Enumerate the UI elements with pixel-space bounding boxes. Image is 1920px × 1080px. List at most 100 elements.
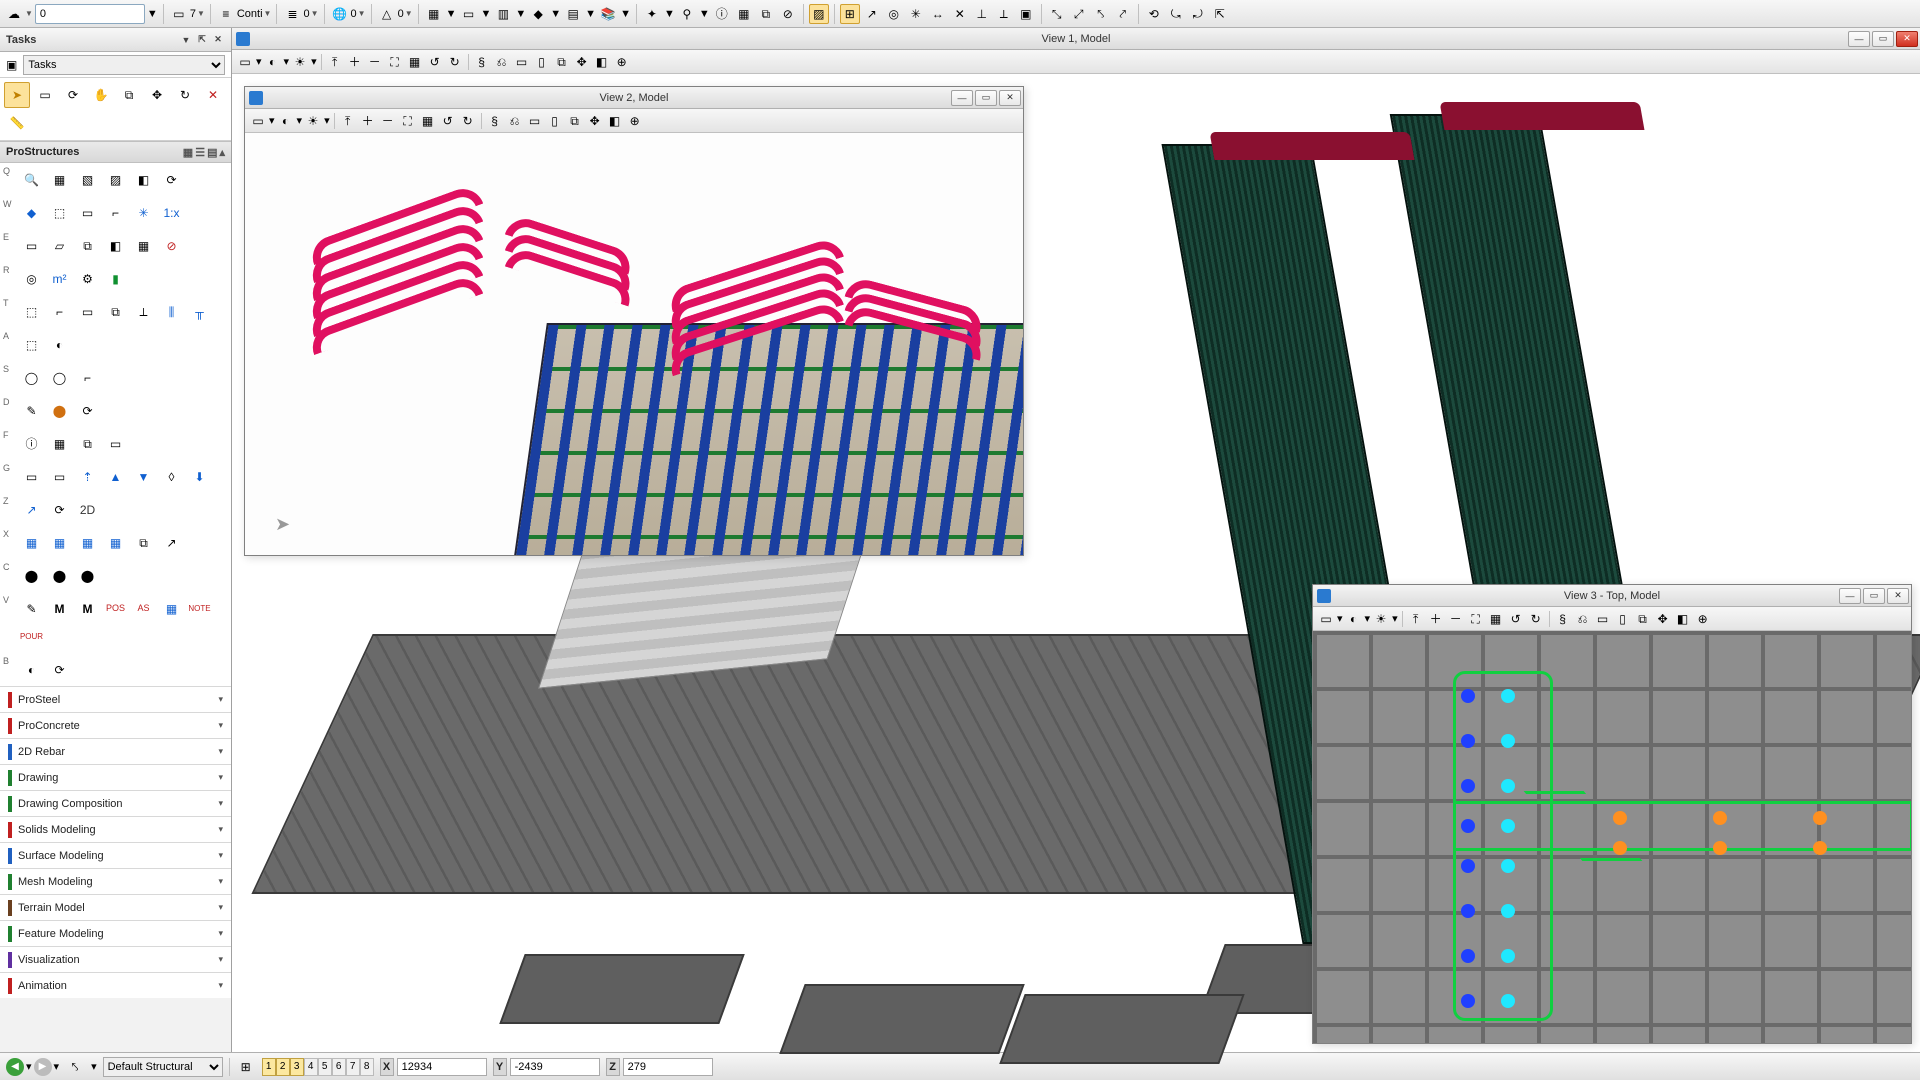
category-mesh-modeling[interactable]: Mesh Modeling▾ bbox=[0, 868, 231, 894]
view3-window[interactable]: View 3 - Top, Model — ▭ ✕ ▭▾ ◐▾ ☀▾ ⤒ ＋ －… bbox=[1312, 584, 1912, 1044]
snap-mode-button[interactable]: ⤣ bbox=[65, 1057, 85, 1077]
tool-x2[interactable]: ▦ bbox=[46, 529, 73, 556]
tool-c1[interactable]: ⬤ bbox=[18, 562, 45, 589]
v1-zoom-in[interactable]: ＋ bbox=[346, 53, 364, 71]
tasks-close-icon[interactable]: ✕ bbox=[211, 33, 225, 47]
center-snap-button[interactable]: ✳ bbox=[906, 4, 926, 24]
tool-g6[interactable]: ◊ bbox=[158, 463, 185, 490]
element-select-button[interactable]: ➤ bbox=[4, 82, 30, 108]
tool-s3[interactable]: ⌐ bbox=[74, 364, 101, 391]
tool-v3[interactable]: M bbox=[74, 595, 101, 622]
v3-view-attr[interactable]: ▭ bbox=[1317, 610, 1335, 628]
category-terrain-model[interactable]: Terrain Model▾ bbox=[0, 894, 231, 920]
move-button[interactable]: ✥ bbox=[144, 82, 170, 108]
tool-z3[interactable]: 2D bbox=[74, 496, 101, 523]
nav-back-button[interactable]: ◀ bbox=[6, 1058, 24, 1076]
category-2d-rebar[interactable]: 2D Rebar▾ bbox=[0, 738, 231, 764]
tool-g7[interactable]: ⬇ bbox=[186, 463, 213, 490]
view1-min-button[interactable]: — bbox=[1848, 31, 1870, 47]
view2-canvas[interactable]: ➤ bbox=[245, 133, 1023, 555]
tool-x6[interactable]: ↗ bbox=[158, 529, 185, 556]
v3-walk[interactable]: § bbox=[1554, 610, 1572, 628]
tool-w4[interactable]: ⌐ bbox=[102, 199, 129, 226]
delete-button[interactable]: ✕ bbox=[200, 82, 226, 108]
library-button[interactable]: 📚 bbox=[598, 4, 618, 24]
category-feature-modeling[interactable]: Feature Modeling▾ bbox=[0, 920, 231, 946]
view-rotate-button[interactable]: ⟳ bbox=[60, 82, 86, 108]
views-dropdown[interactable]: ▭7▼ bbox=[169, 4, 205, 24]
v3-copy[interactable]: ▯ bbox=[1614, 610, 1632, 628]
v3-clip-mask[interactable]: ✥ bbox=[1654, 610, 1672, 628]
v3-rotate[interactable]: ↺ bbox=[1507, 610, 1525, 628]
tool-e3[interactable]: ⧉ bbox=[74, 232, 101, 259]
tool-x1[interactable]: ▦ bbox=[18, 529, 45, 556]
copy-button[interactable]: ⧉ bbox=[116, 82, 142, 108]
tool-q6[interactable]: ⟳ bbox=[158, 166, 185, 193]
v2-adjust[interactable]: ⤒ bbox=[339, 112, 357, 130]
pointcloud-button[interactable]: ◆ bbox=[528, 4, 548, 24]
tool-g2[interactable]: ▭ bbox=[46, 463, 73, 490]
v1-display-style[interactable]: ◐ bbox=[264, 53, 282, 71]
fit-view-button[interactable]: ⇱ bbox=[1210, 4, 1230, 24]
tool-r1[interactable]: ◎ bbox=[18, 265, 45, 292]
snap-star-button[interactable]: ✦ bbox=[642, 4, 662, 24]
view-pan-button[interactable]: ✋ bbox=[88, 82, 114, 108]
tool-v6[interactable]: ▦ bbox=[158, 595, 185, 622]
v1-zoom-out[interactable]: － bbox=[366, 53, 384, 71]
tool-a1[interactable]: ⬚ bbox=[18, 331, 45, 358]
prev-view-button[interactable]: ⤿ bbox=[1166, 4, 1186, 24]
tool-e4[interactable]: ◧ bbox=[102, 232, 129, 259]
view3-close-button[interactable]: ✕ bbox=[1887, 588, 1909, 604]
tool-f2[interactable]: ▦ bbox=[46, 430, 73, 457]
v2-prev[interactable]: ⎌ bbox=[506, 112, 524, 130]
v3-zoom-in[interactable]: ＋ bbox=[1427, 610, 1445, 628]
accudraw-button[interactable]: ▨ bbox=[809, 4, 829, 24]
v1-lighting[interactable]: ☀ bbox=[291, 53, 309, 71]
tool-b2[interactable]: ⟳ bbox=[46, 656, 73, 683]
v2-zoom-out[interactable]: － bbox=[379, 112, 397, 130]
prostructures-section-header[interactable]: ProStructures ▦ ☰ ▤ ▴ bbox=[0, 141, 231, 163]
v3-prev[interactable]: ⎌ bbox=[1574, 610, 1592, 628]
view3-min-button[interactable]: — bbox=[1839, 588, 1861, 604]
raster-button[interactable]: ▥ bbox=[493, 4, 513, 24]
v1-prev[interactable]: ⎌ bbox=[493, 53, 511, 71]
v1-copy[interactable]: ▯ bbox=[533, 53, 551, 71]
category-animation[interactable]: Animation▾ bbox=[0, 972, 231, 998]
keyin-button[interactable]: ▦ bbox=[734, 4, 754, 24]
tool-e2[interactable]: ▱ bbox=[46, 232, 73, 259]
tool-c3[interactable]: ⬤ bbox=[74, 562, 101, 589]
tool-v5[interactable]: AS bbox=[130, 595, 157, 622]
view2-restore-button[interactable]: ▭ bbox=[975, 90, 997, 106]
tool-q2[interactable]: ▦ bbox=[46, 166, 73, 193]
view-toggle-8[interactable]: 8 bbox=[360, 1058, 374, 1076]
v3-fit[interactable]: ⛶ bbox=[1467, 610, 1485, 628]
tool-s1[interactable]: ◯ bbox=[18, 364, 45, 391]
grid-toggle-button[interactable]: ⊞ bbox=[840, 4, 860, 24]
next-view-button[interactable]: ⤾ bbox=[1188, 4, 1208, 24]
v1-rotate[interactable]: ↺ bbox=[426, 53, 444, 71]
view2-window[interactable]: View 2, Model — ▭ ✕ ▭▾ ◐▾ ☀▾ ⤒ ＋ － ⛶ ▦ ↺… bbox=[244, 86, 1024, 556]
view-toggle-3[interactable]: 3 bbox=[290, 1058, 304, 1076]
tool-v7[interactable]: NOTE bbox=[186, 595, 213, 622]
v3-pan[interactable]: ↻ bbox=[1527, 610, 1545, 628]
rotate-view-4-button[interactable]: ⤤ bbox=[1113, 4, 1133, 24]
tool-z2[interactable]: ⟳ bbox=[46, 496, 73, 523]
tool-g4[interactable]: ▲ bbox=[102, 463, 129, 490]
tool-w1[interactable]: ◆ bbox=[18, 199, 45, 226]
v2-copy[interactable]: ▯ bbox=[546, 112, 564, 130]
running-coords-button[interactable]: ⊞ bbox=[236, 1057, 256, 1077]
tool-w5[interactable]: ✳ bbox=[130, 199, 157, 226]
view2-min-button[interactable]: — bbox=[951, 90, 973, 106]
undo-view-button[interactable]: ⟲ bbox=[1144, 4, 1164, 24]
v2-extra[interactable]: ⊕ bbox=[626, 112, 644, 130]
tool-f4[interactable]: ▭ bbox=[102, 430, 129, 457]
v3-display-style[interactable]: ◐ bbox=[1345, 610, 1363, 628]
circle-snap-button[interactable]: ◎ bbox=[884, 4, 904, 24]
tool-g1[interactable]: ▭ bbox=[18, 463, 45, 490]
measure-button[interactable]: 📏 bbox=[4, 110, 30, 136]
tool-r2[interactable]: m² bbox=[46, 265, 73, 292]
view-toggle-2[interactable]: 2 bbox=[276, 1058, 290, 1076]
intersect-snap-button[interactable]: ✕ bbox=[950, 4, 970, 24]
view-toggle-1[interactable]: 1 bbox=[262, 1058, 276, 1076]
view-toggle-4[interactable]: 4 bbox=[304, 1058, 318, 1076]
